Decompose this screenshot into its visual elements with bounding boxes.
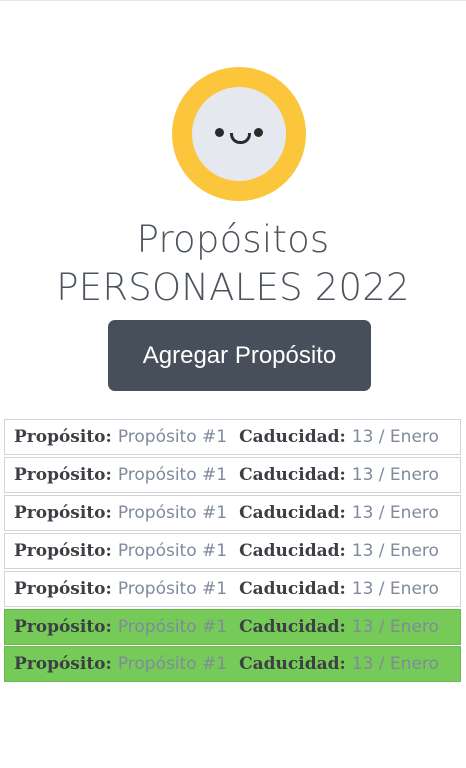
expiry-value: 13 / Enero bbox=[351, 617, 439, 637]
list-item[interactable]: Propósito: Propósito #1 Caducidad: 13 / … bbox=[4, 571, 461, 607]
purpose-label: Propósito: bbox=[14, 427, 112, 447]
add-purpose-button[interactable]: Agregar Propósito bbox=[108, 320, 371, 391]
list-item[interactable]: Propósito: Propósito #1 Caducidad: 13 / … bbox=[4, 419, 461, 455]
purpose-value: Propósito #1 bbox=[117, 465, 228, 485]
expiry-value: 13 / Enero bbox=[351, 427, 439, 447]
logo-face bbox=[192, 87, 286, 181]
expiry-value: 13 / Enero bbox=[351, 579, 439, 599]
smile-mouth bbox=[230, 133, 251, 144]
right-eye bbox=[254, 128, 263, 137]
purpose-list: Propósito: Propósito #1 Caducidad: 13 / … bbox=[4, 419, 461, 683]
expiry-label: Caducidad: bbox=[239, 465, 346, 485]
list-item[interactable]: Propósito: Propósito #1 Caducidad: 13 / … bbox=[4, 495, 461, 531]
expiry-label: Caducidad: bbox=[239, 654, 346, 674]
purpose-value: Propósito #1 bbox=[117, 503, 228, 523]
expiry-label: Caducidad: bbox=[239, 541, 346, 561]
expiry-value: 13 / Enero bbox=[351, 503, 439, 523]
smiley-face-icon bbox=[172, 67, 306, 201]
title-line-2: PERSONALES 2022 bbox=[56, 266, 410, 309]
expiry-value: 13 / Enero bbox=[351, 654, 439, 674]
purpose-label: Propósito: bbox=[14, 541, 112, 561]
list-item[interactable]: Propósito: Propósito #1 Caducidad: 13 / … bbox=[4, 457, 461, 493]
purpose-value: Propósito #1 bbox=[117, 427, 228, 447]
purpose-label: Propósito: bbox=[14, 654, 112, 674]
list-item-completed[interactable]: Propósito: Propósito #1 Caducidad: 13 / … bbox=[4, 609, 461, 645]
expiry-label: Caducidad: bbox=[239, 579, 346, 599]
purpose-value: Propósito #1 bbox=[117, 579, 228, 599]
list-item[interactable]: Propósito: Propósito #1 Caducidad: 13 / … bbox=[4, 533, 461, 569]
expiry-value: 13 / Enero bbox=[351, 465, 439, 485]
page-title: Propósitos PERSONALES 2022 bbox=[0, 216, 466, 312]
expiry-value: 13 / Enero bbox=[351, 541, 439, 561]
purpose-label: Propósito: bbox=[14, 579, 112, 599]
purpose-value: Propósito #1 bbox=[117, 541, 228, 561]
purpose-label: Propósito: bbox=[14, 465, 112, 485]
title-line-1: Propósitos bbox=[136, 218, 330, 261]
purpose-value: Propósito #1 bbox=[117, 617, 228, 637]
purpose-value: Propósito #1 bbox=[117, 654, 228, 674]
expiry-label: Caducidad: bbox=[239, 503, 346, 523]
top-divider bbox=[0, 0, 466, 1]
list-item-completed[interactable]: Propósito: Propósito #1 Caducidad: 13 / … bbox=[4, 646, 461, 682]
left-eye bbox=[215, 128, 224, 137]
purpose-label: Propósito: bbox=[14, 503, 112, 523]
expiry-label: Caducidad: bbox=[239, 427, 346, 447]
purpose-label: Propósito: bbox=[14, 617, 112, 637]
expiry-label: Caducidad: bbox=[239, 617, 346, 637]
